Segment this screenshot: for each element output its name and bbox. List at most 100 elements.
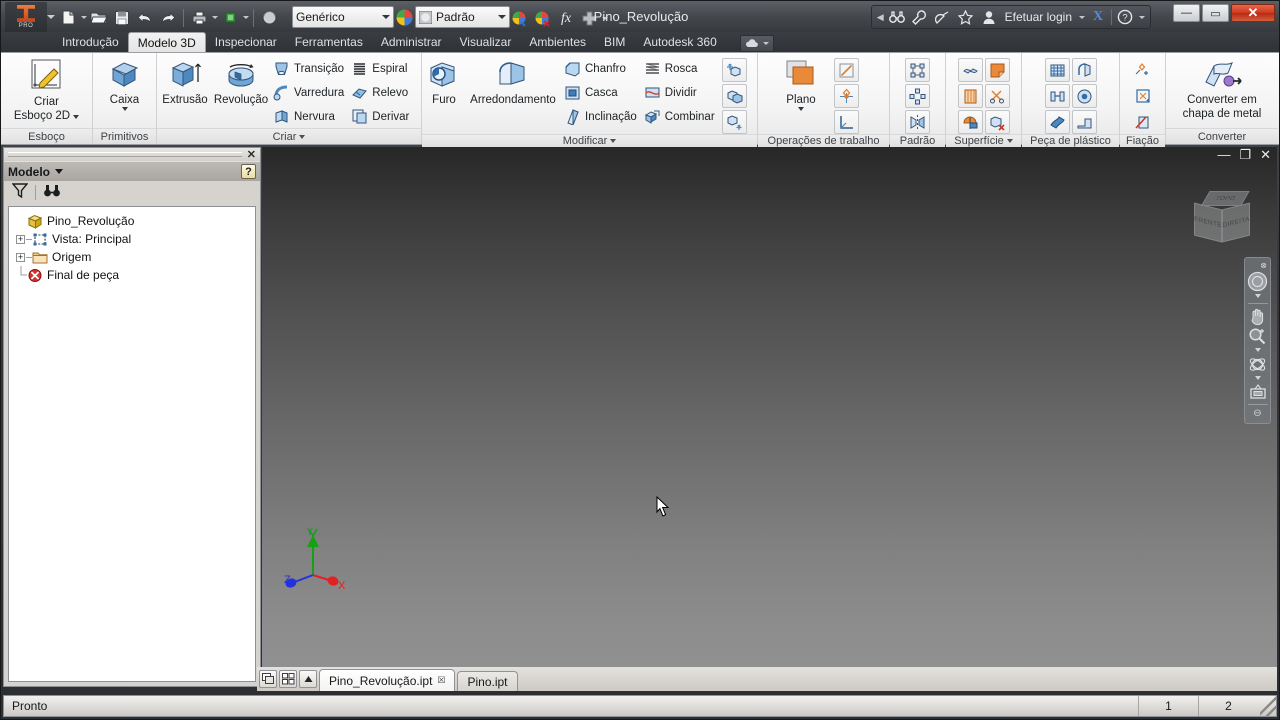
save-icon[interactable]: [111, 7, 133, 29]
satellite-dish-icon[interactable]: [933, 7, 953, 27]
browser-close-icon[interactable]: ✕: [247, 148, 256, 161]
clear-appearance-icon[interactable]: [532, 8, 554, 30]
document-close-button[interactable]: ✕: [1260, 148, 1271, 161]
tab-autodesk-360[interactable]: Autodesk 360: [634, 32, 725, 52]
box-primitive-caret-icon[interactable]: [121, 107, 128, 111]
appearance-sphere-icon[interactable]: [258, 7, 280, 29]
rest-icon[interactable]: [1044, 84, 1070, 108]
hole-button[interactable]: Furo: [424, 56, 464, 108]
sweep-button[interactable]: Varredura: [271, 81, 349, 104]
new-file-icon[interactable]: [57, 7, 79, 29]
minimize-button[interactable]: —: [1173, 4, 1200, 22]
work-point-icon[interactable]: [834, 84, 859, 108]
route-icon[interactable]: [1130, 84, 1155, 108]
thread-button[interactable]: Rosca: [642, 57, 720, 80]
login-label[interactable]: Efetuar login: [1002, 10, 1075, 24]
help-caret-icon[interactable]: [1139, 15, 1145, 19]
navbar-close-icon[interactable]: ⊗: [1260, 261, 1267, 270]
split-button[interactable]: Dividir: [642, 81, 720, 104]
find-binoculars-icon[interactable]: [43, 183, 61, 201]
look-at-icon[interactable]: [1246, 383, 1269, 401]
doc-tab-pino-revolucao[interactable]: Pino_Revolução.ipt ☒: [319, 669, 456, 691]
combine-button[interactable]: Combinar: [642, 105, 720, 128]
application-menu-caret-icon[interactable]: [47, 15, 55, 19]
application-menu-button[interactable]: PRO: [5, 2, 47, 34]
zoom-magnifier-icon[interactable]: [1246, 327, 1269, 346]
print-icon[interactable]: [188, 7, 210, 29]
parameters-fx-icon[interactable]: fx: [555, 8, 577, 30]
coil-button[interactable]: Espiral: [349, 57, 414, 80]
steering-wheel-icon[interactable]: [1246, 271, 1269, 292]
adjust-appearance-icon[interactable]: [509, 8, 531, 30]
rib-button[interactable]: Nervura: [271, 105, 349, 128]
circular-pattern-icon[interactable]: [905, 84, 930, 108]
document-minimize-button[interactable]: —: [1217, 148, 1230, 161]
wrench-icon[interactable]: [910, 7, 930, 27]
doc-tab-close-icon[interactable]: ☒: [437, 675, 445, 686]
orbit-caret-icon[interactable]: [1254, 376, 1261, 380]
lip-icon[interactable]: [1071, 110, 1097, 134]
browser-dropdown-caret-icon[interactable]: [55, 169, 63, 174]
graphics-viewport[interactable]: — ❐ ✕ TOPO FRENTE DIREITA ⊗ ⊖ Z X Y: [262, 147, 1277, 667]
steering-wheel-caret-icon[interactable]: [1254, 294, 1261, 298]
material-combo[interactable]: Genérico: [292, 6, 394, 28]
harness-icon[interactable]: [1130, 110, 1155, 134]
work-plane-button[interactable]: Plano: [770, 56, 832, 113]
derive-button[interactable]: Derivar: [349, 105, 414, 128]
delete-face-icon[interactable]: [984, 110, 1010, 134]
tree-node-end-of-part[interactable]: Final de peça: [13, 266, 251, 284]
tree-expander-view[interactable]: +: [16, 234, 25, 244]
work-axis-icon[interactable]: [834, 58, 859, 82]
model-tree[interactable]: Pino_Revolução + Vista: Principal + Orig…: [8, 206, 256, 682]
tab-administrar[interactable]: Administrar: [372, 32, 451, 52]
fillet-button[interactable]: Arredondamento: [464, 56, 562, 108]
document-restore-button[interactable]: ❐: [1239, 148, 1251, 161]
resize-grip[interactable]: [1260, 696, 1276, 716]
tab-modelo-3d[interactable]: Modelo 3D: [127, 32, 206, 52]
ucs-icon[interactable]: [834, 110, 859, 134]
copy-object-icon[interactable]: [721, 84, 747, 108]
tab-ambientes[interactable]: Ambientes: [520, 32, 595, 52]
filter-icon[interactable]: [11, 183, 29, 201]
mirror-icon[interactable]: [905, 110, 930, 134]
autodesk-exchange-icon[interactable]: X: [1088, 7, 1108, 27]
favorites-star-icon[interactable]: [956, 7, 976, 27]
tab-inspecionar[interactable]: Inspecionar: [206, 32, 286, 52]
new-file-caret-icon[interactable]: [81, 16, 87, 19]
box-primitive-button[interactable]: Caixa: [95, 56, 154, 113]
scroll-up-icon[interactable]: [299, 670, 317, 688]
ruled-surface-icon[interactable]: [957, 84, 983, 108]
search-binoculars-icon[interactable]: [887, 7, 907, 27]
tree-expander-origin[interactable]: +: [16, 252, 25, 262]
cascade-windows-icon[interactable]: [259, 670, 277, 688]
convert-sheetmetal-button[interactable]: Converter em chapa de metal: [1170, 56, 1274, 122]
create-2d-sketch-caret-icon[interactable]: [73, 115, 80, 119]
infocenter-collapse-caret-icon[interactable]: ◀: [877, 12, 884, 23]
loft-button[interactable]: Transição: [271, 57, 349, 80]
view-cube-right-face[interactable]: DIREITA: [1222, 202, 1250, 243]
return-icon[interactable]: [219, 7, 241, 29]
restore-button[interactable]: ▭: [1202, 4, 1229, 22]
cloud-caret-icon[interactable]: [762, 42, 769, 45]
patch-icon[interactable]: [984, 58, 1010, 82]
zoom-caret-icon[interactable]: [1254, 348, 1261, 352]
login-caret-icon[interactable]: [1079, 15, 1085, 19]
extrude-button[interactable]: Extrusão: [159, 56, 211, 108]
user-account-icon[interactable]: [979, 7, 999, 27]
panel-superficie-caret-icon[interactable]: [1006, 139, 1013, 143]
tab-ferramentas[interactable]: Ferramentas: [286, 32, 372, 52]
move-body-icon[interactable]: [721, 110, 747, 134]
pan-hand-icon[interactable]: [1246, 307, 1269, 326]
trim-surface-icon[interactable]: [984, 84, 1010, 108]
close-button[interactable]: ✕: [1231, 4, 1275, 22]
tab-visualizar[interactable]: Visualizar: [451, 32, 521, 52]
work-plane-caret-icon[interactable]: [798, 107, 804, 111]
boss-icon[interactable]: [1071, 84, 1097, 108]
snap-fit-icon[interactable]: [1044, 110, 1070, 134]
create-wire-icon[interactable]: [1130, 58, 1155, 82]
appearance-caret-icon[interactable]: [498, 15, 506, 19]
navbar-options-icon[interactable]: ⊖: [1253, 408, 1261, 419]
draft-button[interactable]: Inclinação: [562, 105, 642, 128]
view-cube[interactable]: TOPO FRENTE DIREITA: [1190, 189, 1252, 251]
thicken-offset-icon[interactable]: [957, 58, 983, 82]
